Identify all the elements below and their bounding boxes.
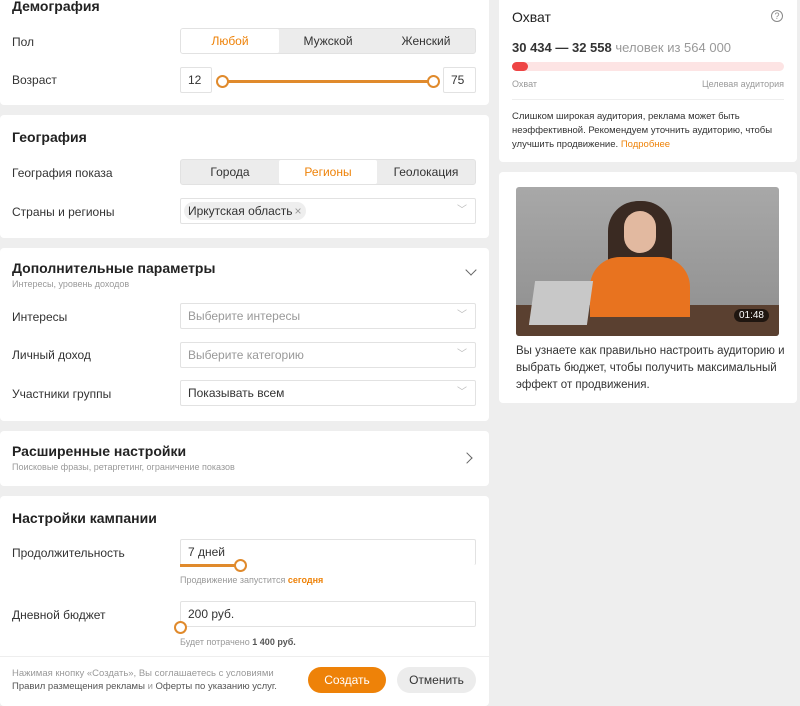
laptop xyxy=(528,281,594,325)
create-button[interactable]: Создать xyxy=(308,667,386,693)
duration-hint: Продвижение запустится сегодня xyxy=(180,575,323,585)
reach-title: Охват xyxy=(512,9,551,25)
income-select[interactable]: Выберите категорию ﹀ xyxy=(180,342,476,368)
geo-regions[interactable]: Регионы xyxy=(279,160,377,184)
budget-input[interactable]: 200 руб. xyxy=(180,601,476,627)
chevron-down-icon[interactable] xyxy=(465,264,477,276)
group-value: Показывать всем xyxy=(188,386,285,400)
section-title: География xyxy=(12,129,87,145)
section-subtitle: Интересы, уровень доходов xyxy=(12,279,130,289)
reach-suffix: человек из 564 000 xyxy=(615,40,732,55)
video-thumbnail[interactable]: 01:48 xyxy=(516,187,779,336)
hint-text: Будет потрачено xyxy=(180,637,250,647)
age-min-handle[interactable] xyxy=(216,75,229,88)
gender-any[interactable]: Любой xyxy=(181,29,279,53)
region-tag-label: Иркутская область xyxy=(188,204,293,218)
chevron-down-icon: ﹀ xyxy=(457,387,467,398)
geo-show-selector: Города Регионы Геолокация xyxy=(180,159,476,185)
face xyxy=(624,211,656,253)
help-icon[interactable]: ? xyxy=(771,10,783,22)
section-title: Дополнительные параметры xyxy=(12,260,216,276)
hint-accent: сегодня xyxy=(287,575,324,585)
rules-link[interactable]: Правил размещения рекламы xyxy=(12,681,145,692)
regions-label: Страны и регионы xyxy=(12,205,115,219)
cancel-button[interactable]: Отменить xyxy=(397,667,476,693)
advanced-settings-card[interactable]: Расширенные настройки Поисковые фразы, р… xyxy=(0,431,489,486)
gender-female[interactable]: Женский xyxy=(377,29,475,53)
terms-line: Нажимая кнопку «Создать», Вы соглашаетес… xyxy=(12,668,274,679)
section-title: Настройки кампании xyxy=(12,510,157,526)
geography-card: География География показа Города Регион… xyxy=(0,115,489,238)
budget-label: Дневной бюджет xyxy=(12,608,106,622)
terms-and: и xyxy=(147,681,153,692)
gender-male[interactable]: Мужской xyxy=(279,29,377,53)
group-label: Участники группы xyxy=(12,387,112,401)
region-tag: Иркутская область × xyxy=(184,202,306,220)
section-title: Расширенные настройки xyxy=(12,443,187,459)
gender-selector: Любой Мужской Женский xyxy=(180,28,476,54)
offer-link[interactable]: Оферты по указанию услуг. xyxy=(156,681,277,692)
more-link[interactable]: Подробнее xyxy=(621,139,670,150)
chevron-down-icon: ﹀ xyxy=(457,310,467,321)
geo-cities[interactable]: Города xyxy=(181,160,279,184)
duration-label: Продолжительность xyxy=(12,546,125,560)
reach-progress xyxy=(512,62,784,71)
interests-placeholder: Выберите интересы xyxy=(188,309,301,323)
age-min-input[interactable]: 12 xyxy=(180,67,212,93)
income-placeholder: Выберите категорию xyxy=(188,348,304,362)
gender-label: Пол xyxy=(12,35,35,49)
duration-slider-handle[interactable] xyxy=(234,559,247,572)
section-subtitle: Поисковые фразы, ретаргетинг, ограничени… xyxy=(12,462,235,472)
group-select[interactable]: Показывать всем ﹀ xyxy=(180,380,476,406)
budget-hint: Будет потрачено 1 400 руб. xyxy=(180,637,296,647)
chevron-right-icon[interactable] xyxy=(461,452,473,464)
divider xyxy=(0,656,489,657)
video-description: Вы узнаете как правильно настроить аудит… xyxy=(516,345,785,391)
reach-card: Охват ? 30 434 — 32 558 человек из 564 0… xyxy=(499,0,797,162)
geo-show-label: География показа xyxy=(12,166,113,180)
age-label: Возраст xyxy=(12,73,57,87)
reach-numbers: 30 434 — 32 558 человек из 564 000 xyxy=(512,40,731,55)
video-card: 01:48 Вы узнаете как правильно настроить… xyxy=(499,172,797,403)
terms-text: Нажимая кнопку «Создать», Вы соглашаетес… xyxy=(12,667,277,693)
age-max-input[interactable]: 75 xyxy=(443,67,476,93)
reach-left-caption: Охват xyxy=(512,79,538,89)
reach-progress-fill xyxy=(512,62,528,71)
chevron-down-icon: ﹀ xyxy=(457,205,467,216)
reach-range: 30 434 — 32 558 xyxy=(512,40,612,55)
interests-select[interactable]: Выберите интересы ﹀ xyxy=(180,303,476,329)
hint-amount: 1 400 руб. xyxy=(252,637,296,647)
divider xyxy=(512,99,784,100)
geo-geolocation[interactable]: Геолокация xyxy=(377,160,475,184)
extra-params-card: Дополнительные параметры Интересы, урове… xyxy=(0,248,489,421)
income-label: Личный доход xyxy=(12,348,91,362)
hint-text: Продвижение запустится xyxy=(180,575,286,585)
demography-card: Демография Пол Любой Мужской Женский Воз… xyxy=(0,0,489,105)
shirt xyxy=(590,257,690,317)
campaign-card: Настройки кампании Продолжительность 7 д… xyxy=(0,496,489,706)
budget-slider-handle[interactable] xyxy=(174,621,187,634)
reach-warning: Слишком широкая аудитория, реклама может… xyxy=(512,110,787,152)
duration-input[interactable]: 7 дней xyxy=(180,539,476,565)
age-max-handle[interactable] xyxy=(427,75,440,88)
interests-label: Интересы xyxy=(12,310,68,324)
section-title: Демография xyxy=(12,0,100,14)
remove-tag-icon[interactable]: × xyxy=(295,204,302,218)
regions-select[interactable]: Иркутская область × ﹀ xyxy=(180,198,476,224)
chevron-down-icon: ﹀ xyxy=(457,349,467,360)
age-slider-track[interactable] xyxy=(222,80,434,83)
duration-slider-fill xyxy=(180,564,240,567)
video-duration: 01:48 xyxy=(733,309,769,322)
reach-right-caption: Целевая аудитория xyxy=(702,79,784,89)
